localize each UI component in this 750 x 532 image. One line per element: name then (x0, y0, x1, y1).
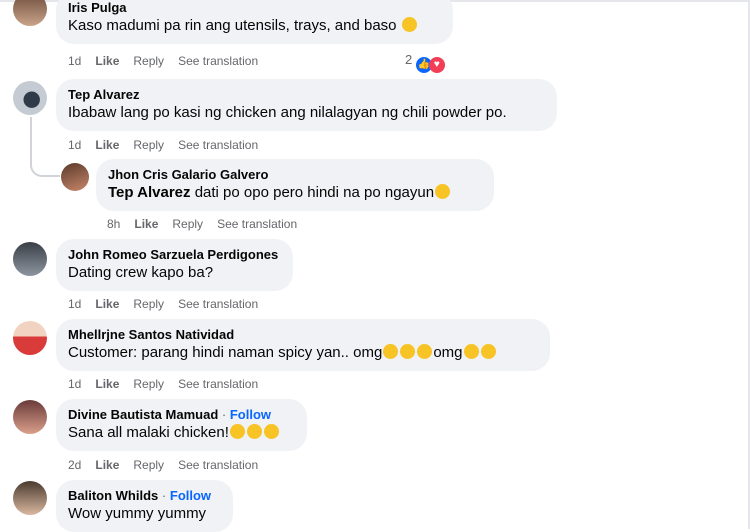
see-translation-link[interactable]: See translation (178, 138, 258, 152)
mention-tag[interactable]: Tep Alvarez (108, 184, 191, 201)
love-reaction-icon: ♥ (428, 57, 445, 73)
separator: · (161, 488, 167, 503)
comment-text: Dating crew kapo ba? (68, 264, 214, 281)
comment-bubble: Divine Bautista Mamuad · Follow Sana all… (56, 399, 307, 451)
timestamp[interactable]: 1d (68, 138, 81, 152)
avatar[interactable] (13, 400, 47, 434)
avatar[interactable] (13, 81, 47, 115)
comment-bubble: Mhellrjne Santos Natividad Customer: par… (56, 319, 550, 371)
laughing-emoji-icon (480, 344, 496, 359)
comment-text: Kaso madumi pa rin ang utensils, trays, … (68, 16, 441, 36)
laughing-emoji-icon (417, 344, 433, 359)
commenter-name-row: Divine Bautista Mamuad · Follow (68, 406, 295, 423)
follow-button[interactable]: Follow (230, 407, 271, 422)
comment-text: Sana all malaki chicken! (68, 423, 295, 443)
avatar[interactable] (13, 0, 47, 26)
comment-text-body: omg (433, 344, 463, 361)
smiling-emoji-icon (435, 184, 451, 199)
laughing-emoji-icon (383, 344, 399, 359)
comment-text: Customer: parang hindi naman spicy yan..… (68, 343, 538, 363)
grinning-emoji-icon (229, 424, 245, 439)
reply-link[interactable]: Reply (133, 458, 164, 472)
like-link[interactable]: Like (95, 377, 119, 391)
like-link[interactable]: Like (95, 458, 119, 472)
sad-tear-emoji-icon (401, 17, 417, 32)
timestamp[interactable]: 1d (68, 297, 81, 311)
timestamp[interactable]: 8h (107, 217, 120, 231)
comment-text-body: Sana all malaki chicken! (68, 424, 229, 441)
like-link[interactable]: Like (95, 54, 119, 68)
comment-actions: 1d Like Reply See translation (68, 53, 272, 69)
reply-link[interactable]: Reply (133, 54, 164, 68)
reaction-count: 2 (405, 52, 413, 67)
avatar[interactable] (13, 481, 47, 515)
like-link[interactable]: Like (95, 297, 119, 311)
avatar[interactable] (61, 163, 89, 191)
comment-text: Wow yummy yummy (68, 505, 207, 522)
comment-text-body: Kaso madumi pa rin ang utensils, trays, … (68, 17, 397, 34)
comment-actions: 8h Like Reply See translation (107, 216, 311, 232)
timestamp[interactable]: 1d (68, 377, 81, 391)
comment-text: Ibabaw lang po kasi ng chicken ang nilal… (68, 104, 507, 121)
heart-eyes-emoji-icon (263, 424, 279, 439)
commenter-name-row: Baliton Whilds · Follow (68, 487, 221, 504)
comment-text: Tep Alvarez dati po opo pero hindi na po… (108, 183, 482, 203)
comment-actions: 1d Like Reply See translation (68, 296, 272, 312)
reply-link[interactable]: Reply (172, 217, 203, 231)
see-translation-link[interactable]: See translation (217, 217, 297, 231)
reply-link[interactable]: Reply (133, 377, 164, 391)
comment-actions: 1d Like Reply See translation (68, 137, 272, 153)
laughing-emoji-icon (400, 344, 416, 359)
reply-thread-line (30, 117, 60, 177)
reply-link[interactable]: Reply (133, 297, 164, 311)
comment-text-body: Customer: parang hindi naman spicy yan..… (68, 344, 383, 361)
comment-bubble: Tep Alvarez Ibabaw lang po kasi ng chick… (56, 79, 557, 131)
like-link[interactable]: Like (95, 138, 119, 152)
commenter-name[interactable]: Baliton Whilds (68, 488, 158, 503)
follow-button[interactable]: Follow (170, 488, 211, 503)
commenter-name[interactable]: Mhellrjne Santos Natividad (68, 326, 538, 343)
comment-actions: 1d Like Reply See translation (68, 376, 272, 392)
see-translation-link[interactable]: See translation (178, 458, 258, 472)
reply-bubble: Jhon Cris Galario Galvero Tep Alvarez da… (96, 159, 494, 211)
avatar[interactable] (13, 321, 47, 355)
comment-text-body: dati po opo pero hindi na po ngayun (194, 184, 435, 201)
commenter-name[interactable]: Divine Bautista Mamuad (68, 407, 218, 422)
reply-link[interactable]: Reply (133, 138, 164, 152)
commenter-name[interactable]: John Romeo Sarzuela Perdigones (68, 246, 281, 263)
commenter-name[interactable]: Jhon Cris Galario Galvero (108, 166, 482, 183)
comment-actions: 2d Like Reply See translation (68, 457, 272, 473)
timestamp[interactable]: 1d (68, 54, 81, 68)
heart-eyes-emoji-icon (246, 424, 262, 439)
see-translation-link[interactable]: See translation (178, 54, 258, 68)
reaction-summary[interactable]: 2 👍 ♥ (405, 52, 445, 73)
see-translation-link[interactable]: See translation (178, 297, 258, 311)
comment-bubble: Iris Pulga Kaso madumi pa rin ang utensi… (56, 0, 453, 44)
comment-bubble: Baliton Whilds · Follow Wow yummy yummy (56, 480, 233, 532)
separator: · (221, 407, 227, 422)
laughing-emoji-icon (463, 344, 479, 359)
timestamp[interactable]: 2d (68, 458, 81, 472)
like-link[interactable]: Like (134, 217, 158, 231)
comment-bubble: John Romeo Sarzuela Perdigones Dating cr… (56, 239, 293, 291)
commenter-name[interactable]: Tep Alvarez (68, 86, 545, 103)
see-translation-link[interactable]: See translation (178, 377, 258, 391)
commenter-name[interactable]: Iris Pulga (68, 0, 441, 16)
avatar[interactable] (13, 242, 47, 276)
